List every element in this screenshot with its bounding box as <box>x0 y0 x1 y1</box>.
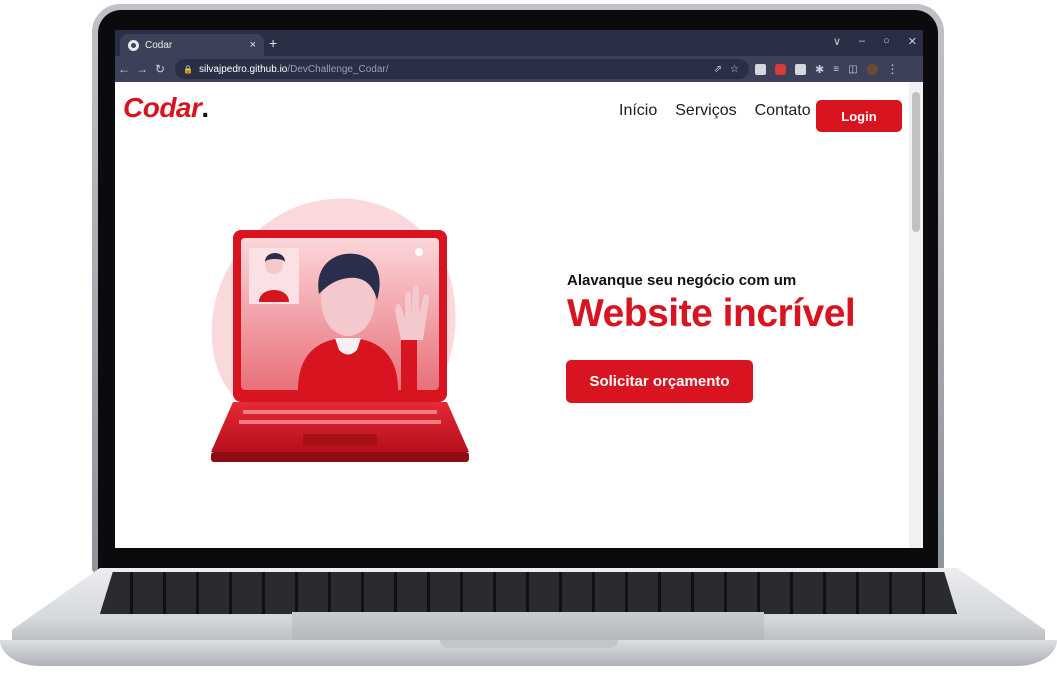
address-bar[interactable]: 🔒 silvajpedro.github.io /DevChallenge_Co… <box>175 59 749 79</box>
browser-tab-bar: Codar × + ∨ – ○ ✕ <box>115 30 923 56</box>
scrollbar-thumb[interactable] <box>912 92 920 232</box>
back-icon[interactable]: ← <box>115 62 133 76</box>
site-nav: Início Serviços Contato <box>619 102 811 120</box>
bookmark-star-icon[interactable]: ☆ <box>730 64 739 75</box>
share-icon[interactable]: ⇗ <box>714 64 722 75</box>
nav-link-inicio[interactable]: Início <box>619 102 657 120</box>
close-tab-icon[interactable]: × <box>250 39 256 51</box>
request-quote-button[interactable]: Solicitar orçamento <box>566 360 753 403</box>
minimize-icon[interactable]: – <box>859 35 865 48</box>
laptop-keyboard <box>100 572 957 614</box>
url-host: silvajpedro.github.io <box>198 63 288 75</box>
url-path: /DevChallenge_Codar/ <box>287 63 389 75</box>
laptop-base-notch <box>440 640 618 648</box>
laptop-trackpad <box>292 612 764 642</box>
page-scrollbar[interactable] <box>909 82 923 548</box>
browser-toolbar: ← → ↻ 🔒 silvajpedro.github.io /DevChalle… <box>115 56 923 82</box>
nav-link-servicos[interactable]: Serviços <box>675 102 736 120</box>
restore-icon[interactable]: ○ <box>883 35 890 48</box>
tab-title: Codar <box>145 39 173 51</box>
lock-icon[interactable]: 🔒 <box>183 65 193 74</box>
tab-search-icon[interactable]: ∨ <box>833 35 841 48</box>
site-logo[interactable]: Codar. <box>123 92 209 124</box>
login-button[interactable]: Login <box>816 100 902 132</box>
reading-list-icon[interactable]: ≡ <box>833 64 839 75</box>
camera-dot <box>415 248 423 256</box>
profile-avatar-icon[interactable] <box>866 63 878 75</box>
menu-kebab-icon[interactable]: ⋮ <box>887 62 899 76</box>
nav-link-contato[interactable]: Contato <box>755 102 811 120</box>
reload-icon[interactable]: ↻ <box>151 62 169 76</box>
new-tab-button[interactable]: + <box>269 35 277 51</box>
extensions-puzzle-icon[interactable]: ✱ <box>815 63 824 76</box>
web-page: Codar. Início Serviços Contato Login Ala… <box>115 82 909 548</box>
laptop-screen: Codar × + ∨ – ○ ✕ ← → ↻ 🔒 silvajpedro.gi… <box>115 30 923 548</box>
browser-tab[interactable]: Codar × <box>120 34 264 56</box>
hero-title: Website incrível <box>567 292 856 335</box>
close-window-icon[interactable]: ✕ <box>908 35 917 48</box>
extensions-area: ✱ ≡ ◫ ⋮ <box>755 59 899 79</box>
side-panel-icon[interactable]: ◫ <box>848 64 857 75</box>
extension-icon[interactable] <box>775 63 786 75</box>
extension-icon[interactable] <box>795 63 806 75</box>
logo-text: Codar <box>123 92 202 123</box>
extension-icon[interactable] <box>755 63 766 75</box>
window-controls: ∨ – ○ ✕ <box>833 35 917 48</box>
logo-dot: . <box>201 92 209 123</box>
favicon-icon <box>128 39 139 51</box>
hero-subtitle: Alavanque seu negócio com um <box>567 272 797 289</box>
hero-illustration <box>211 198 469 462</box>
forward-icon[interactable]: → <box>133 62 151 76</box>
